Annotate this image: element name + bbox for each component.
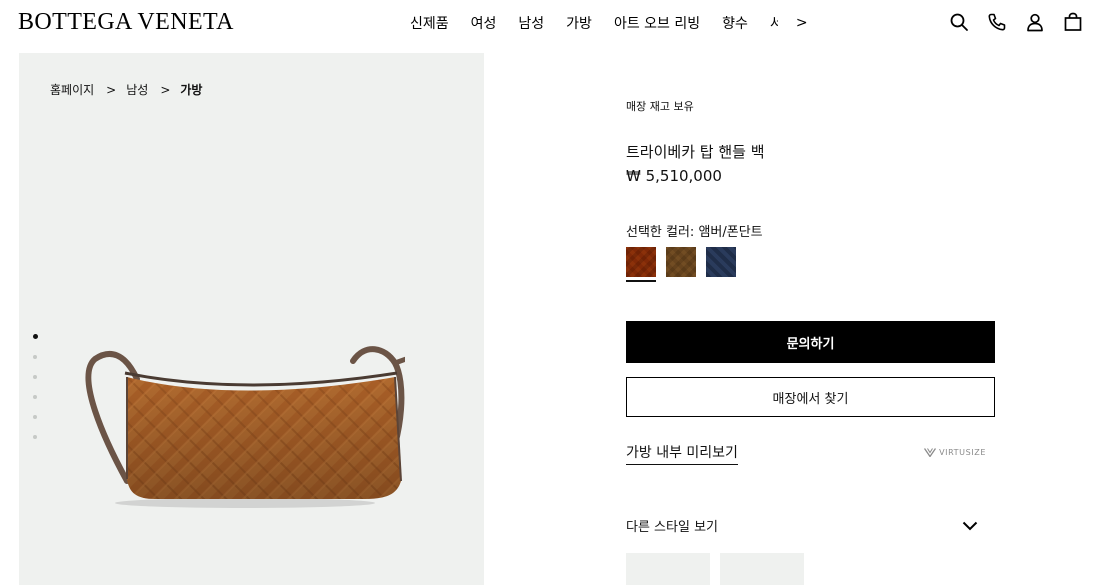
gallery-dot-6[interactable] <box>33 435 37 439</box>
product-image[interactable] <box>65 281 405 511</box>
chevron-down-icon <box>962 521 978 530</box>
product-price: ₩ 5,510,000 <box>626 167 722 185</box>
color-swatch-tan[interactable] <box>666 247 696 277</box>
breadcrumb-home[interactable]: 홈페이지 <box>50 81 94 98</box>
nav-item-new[interactable]: 신제품 <box>410 13 449 33</box>
nav-item-bags[interactable]: 가방 <box>566 13 592 33</box>
phone-icon[interactable] <box>986 11 1008 33</box>
gallery-dot-3[interactable] <box>33 375 37 379</box>
nav-item-clipped[interactable]: 서 <box>770 13 778 33</box>
other-styles-toggle[interactable]: 다른 스타일 보기 <box>626 516 978 535</box>
color-swatches <box>626 247 746 282</box>
product-title: 트라이베카 탑 핸들 백 <box>626 143 765 161</box>
style-thumbnail[interactable] <box>720 553 804 585</box>
find-in-store-button[interactable]: 매장에서 찾기 <box>626 377 995 417</box>
nav-item-women[interactable]: 여성 <box>471 13 497 33</box>
virtusize-logo-icon <box>924 448 937 457</box>
inquire-button[interactable]: 문의하기 <box>626 321 995 363</box>
bag-interior-preview-link[interactable]: 가방 내부 미리보기 <box>626 442 738 465</box>
virtusize-label: VIRTUSIZE <box>939 448 986 457</box>
breadcrumb: 홈페이지 > 남성 > 가방 <box>50 81 202 98</box>
color-swatch-navy[interactable] <box>706 247 736 277</box>
brand-logo[interactable]: BOTTEGA VENETA <box>18 9 234 36</box>
account-icon[interactable] <box>1024 11 1046 33</box>
other-styles-label: 다른 스타일 보기 <box>626 520 718 535</box>
gallery-pagination <box>32 334 38 455</box>
breadcrumb-separator-icon: > <box>160 82 171 97</box>
style-thumbnail[interactable] <box>626 553 710 585</box>
color-swatch-amber[interactable] <box>626 247 656 282</box>
other-styles-thumbnails <box>626 553 814 585</box>
nav-item-men[interactable]: 남성 <box>518 13 544 33</box>
breadcrumb-men[interactable]: 남성 <box>126 81 148 98</box>
shopping-bag-icon[interactable] <box>1062 11 1084 33</box>
gallery-dot-2[interactable] <box>33 355 37 359</box>
selected-color-label: 선택한 컬러: 앰버/폰단트 <box>626 225 763 240</box>
main-nav: 신제품 여성 남성 가방 아트 오브 리빙 향수 서 > <box>410 13 808 33</box>
breadcrumb-bags[interactable]: 가방 <box>180 81 202 98</box>
stock-status: 매장 재고 보유 <box>626 100 694 113</box>
gallery-dot-5[interactable] <box>33 415 37 419</box>
search-icon[interactable] <box>948 11 970 33</box>
nav-item-art-of-living[interactable]: 아트 오브 리빙 <box>614 13 700 33</box>
breadcrumb-separator-icon: > <box>106 82 117 97</box>
virtusize-badge[interactable]: VIRTUSIZE <box>924 448 986 457</box>
header-icons <box>932 11 1084 33</box>
nav-next-arrow[interactable]: > <box>796 15 808 31</box>
gallery-dot-1[interactable] <box>32 334 38 339</box>
product-image-panel: 홈페이지 > 남성 > 가방 <box>19 53 484 585</box>
nav-item-fragrance[interactable]: 향수 <box>722 13 748 33</box>
gallery-dot-4[interactable] <box>33 395 37 399</box>
site-header: BOTTEGA VENETA 신제품 여성 남성 가방 아트 오브 리빙 향수 … <box>0 0 1098 46</box>
